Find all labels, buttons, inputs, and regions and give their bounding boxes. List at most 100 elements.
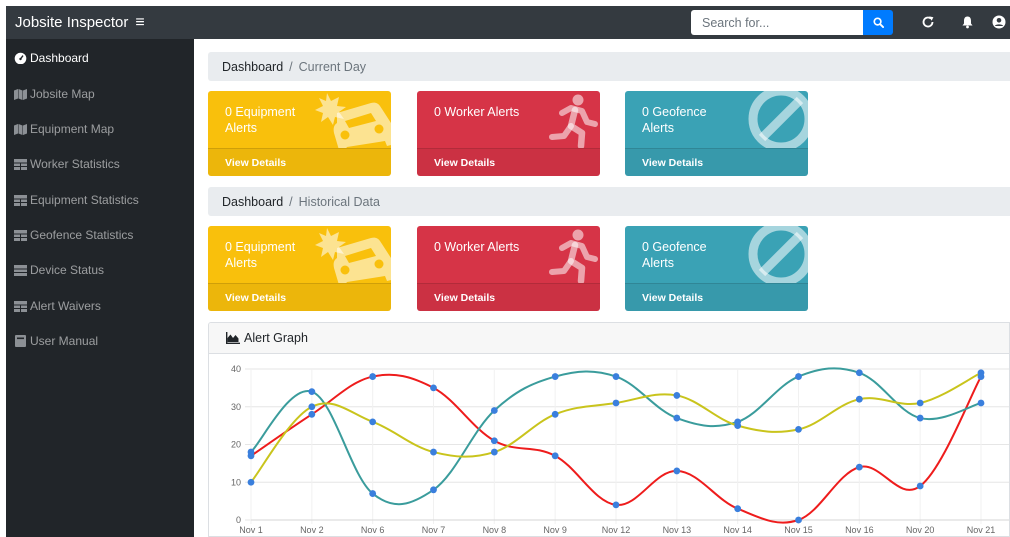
- x-tick-label: Nov 12: [602, 525, 631, 535]
- card-body: 0 Worker Alerts: [417, 91, 600, 148]
- search-input[interactable]: [691, 10, 863, 35]
- view-details-link[interactable]: View Details: [625, 148, 808, 176]
- sidebar-item-worker-statistics[interactable]: Worker Statistics: [6, 149, 194, 179]
- tachometer-icon: [14, 52, 27, 64]
- bell-icon[interactable]: [961, 15, 974, 29]
- sidebar-item-label: Equipment Statistics: [30, 193, 139, 207]
- y-tick-label: 10: [231, 477, 241, 487]
- sidebar-item-geofence-statistics[interactable]: Geofence Statistics: [6, 220, 194, 250]
- breadcrumb-current: Current Day: [298, 59, 367, 74]
- map-icon: [14, 88, 27, 100]
- table-icon: [14, 229, 27, 241]
- sidebar-item-jobsite-map[interactable]: Jobsite Map: [6, 79, 194, 109]
- view-details-label: View Details: [642, 156, 704, 169]
- worker-alerts-card: 0 Worker Alerts View Details: [417, 226, 600, 311]
- brand-label: Jobsite Inspector: [15, 14, 129, 31]
- y-tick-label: 40: [231, 364, 241, 374]
- sidebar-item-label: Geofence Statistics: [30, 228, 134, 242]
- card-body: 0 Equipment Alerts: [208, 91, 391, 148]
- alert-line-chart: 0 10 20 30 40 Nov 1 Nov 2 Nov 6 Nov 7 Nov 8 Nov 9 N…: [231, 364, 1009, 535]
- data-point: [795, 373, 802, 380]
- data-point: [551, 410, 559, 418]
- card-body: 0 Worker Alerts: [417, 226, 600, 283]
- data-point: [247, 448, 255, 456]
- view-details-label: View Details: [225, 291, 287, 304]
- view-details-link[interactable]: View Details: [417, 283, 600, 311]
- data-point: [612, 501, 620, 509]
- brand[interactable]: Jobsite Inspector ≡: [15, 14, 145, 32]
- data-point: [369, 490, 377, 497]
- x-tick-label: Nov 1: [239, 525, 263, 535]
- refresh-icon[interactable]: [921, 15, 935, 29]
- breadcrumb-root[interactable]: Dashboard: [222, 195, 283, 209]
- x-tick-label: Nov 20: [906, 525, 935, 535]
- sidebar-item-label: Worker Statistics: [30, 157, 120, 171]
- x-tick-label: Nov 9: [543, 525, 567, 535]
- alert-graph-card: Alert Graph 0 10 20 30 40 Nov 1 Nov 2 Nov 6 Nov …: [208, 322, 1010, 537]
- car-crash-icon: [315, 228, 391, 283]
- sidebar-item-alert-waivers[interactable]: Alert Waivers: [6, 291, 194, 321]
- equipment-alerts-card: 0 Equipment Alerts View Details: [208, 91, 391, 176]
- ban-icon: [748, 91, 808, 148]
- car-crash-icon: [315, 93, 391, 148]
- search-group: [691, 10, 893, 35]
- card-body: 0 Geofence Alerts: [625, 226, 808, 283]
- card-title: 0 Worker Alerts: [434, 240, 520, 254]
- data-point: [369, 418, 377, 426]
- view-details-link[interactable]: View Details: [208, 148, 391, 176]
- card-body: 0 Geofence Alerts: [625, 91, 808, 148]
- data-point: [673, 414, 681, 422]
- sidebar-item-user-manual[interactable]: User Manual: [6, 326, 194, 356]
- data-point: [795, 426, 802, 433]
- data-point: [612, 399, 620, 407]
- sidebar-item-equipment-map[interactable]: Equipment Map: [6, 114, 194, 144]
- view-details-label: View Details: [434, 156, 496, 169]
- data-point: [308, 410, 316, 418]
- view-details-label: View Details: [434, 291, 496, 304]
- view-details-link[interactable]: View Details: [208, 283, 391, 311]
- data-point: [490, 448, 498, 456]
- x-tick-label: Nov 7: [422, 525, 446, 535]
- data-point: [734, 505, 742, 513]
- running-person-icon: [549, 229, 598, 283]
- sidebar-item-equipment-statistics[interactable]: Equipment Statistics: [6, 185, 194, 215]
- data-point: [551, 452, 559, 460]
- view-details-label: View Details: [642, 291, 704, 304]
- search-button[interactable]: [863, 10, 893, 35]
- x-tick-label: Nov 15: [784, 525, 813, 535]
- view-details-link[interactable]: View Details: [625, 283, 808, 311]
- x-tick-label: Nov 14: [723, 525, 752, 535]
- data-point: [430, 448, 437, 456]
- top-navbar: Jobsite Inspector ≡: [6, 6, 1010, 39]
- table-icon: [14, 264, 27, 276]
- breadcrumb-root[interactable]: Dashboard: [222, 60, 283, 74]
- x-tick-label: Nov 21: [967, 525, 996, 535]
- data-point: [855, 463, 863, 471]
- y-tick-label: 20: [231, 440, 241, 450]
- breadcrumb-separator: /: [289, 59, 293, 74]
- menu-toggle-icon[interactable]: ≡: [135, 14, 144, 32]
- sidebar-item-label: Equipment Map: [30, 122, 115, 136]
- sidebar-item-label: User Manual: [30, 334, 99, 348]
- breadcrumb-current: Historical Data: [298, 194, 380, 209]
- geofence-alerts-card: 0 Geofence Alerts View Details: [625, 226, 808, 311]
- view-details-link[interactable]: View Details: [417, 148, 600, 176]
- running-person-icon: [549, 94, 598, 148]
- sidebar-item-dashboard[interactable]: Dashboard: [6, 43, 194, 73]
- sidebar: Dashboard Jobsite Map Equipment Map Work…: [6, 39, 194, 537]
- table-icon: [14, 158, 27, 170]
- sidebar-item-device-status[interactable]: Device Status: [6, 255, 194, 285]
- data-point: [855, 395, 863, 403]
- table-icon: [14, 300, 27, 312]
- map-icon: [14, 123, 27, 135]
- x-tick-label: Nov 6: [361, 525, 385, 535]
- breadcrumb: Dashboard / Historical Data: [208, 187, 1010, 216]
- data-point: [612, 373, 620, 380]
- data-point: [673, 467, 681, 475]
- user-circle-icon[interactable]: [992, 15, 1006, 29]
- data-point: [247, 478, 255, 486]
- book-icon: [14, 335, 27, 347]
- card-title: 0 Equipment Alerts: [225, 105, 296, 135]
- data-point: [369, 373, 377, 380]
- y-tick-label: 0: [236, 515, 241, 525]
